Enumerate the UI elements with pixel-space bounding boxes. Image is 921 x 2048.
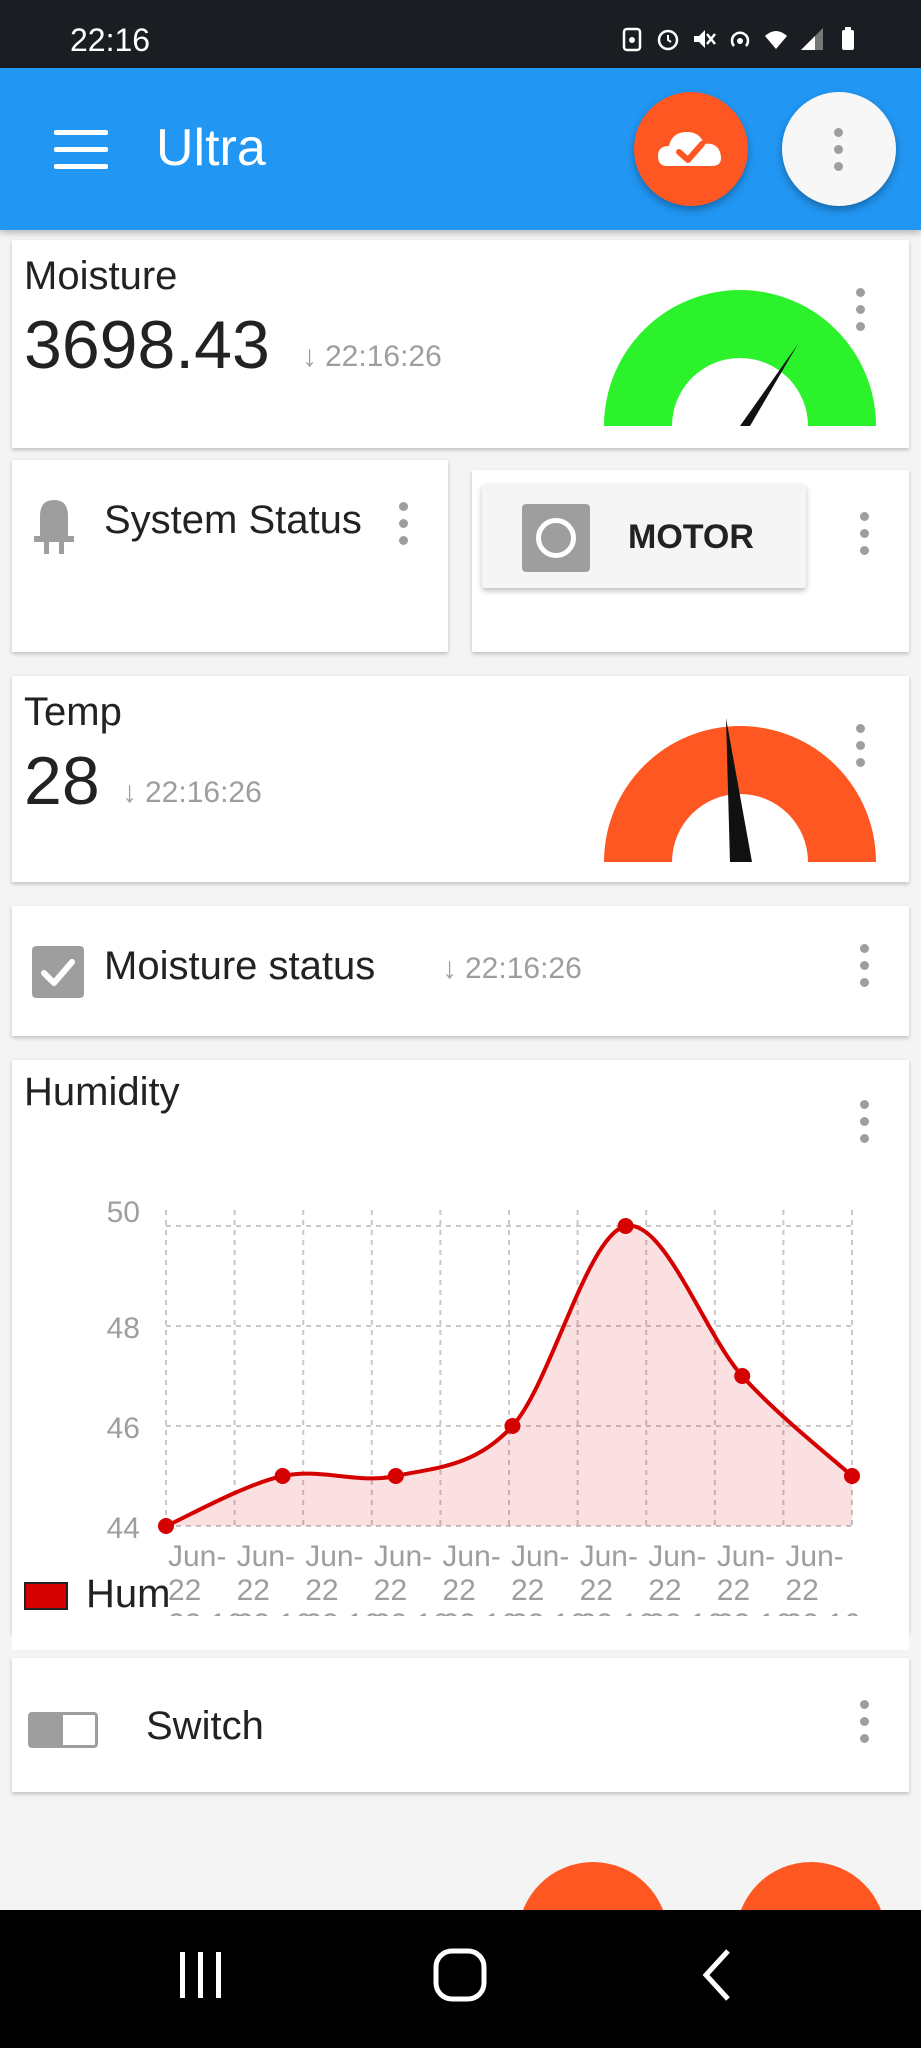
moisture-status-menu-icon[interactable]	[860, 944, 869, 995]
legend-label: Hum	[86, 1572, 171, 1616]
app-title: Ultra	[156, 119, 266, 177]
motor-card: MOTOR	[472, 470, 909, 652]
x-tick-label: Jun-	[785, 1540, 843, 1573]
radio-button-icon	[522, 504, 590, 572]
checkbox-checked-icon[interactable]	[32, 946, 84, 998]
arrow-down-icon: ↓	[122, 776, 137, 809]
home-icon[interactable]	[432, 1947, 488, 2003]
x-tick-label: 22	[648, 1574, 681, 1607]
moisture-gauge	[604, 290, 876, 426]
battery-icon	[835, 26, 861, 52]
arrow-down-icon: ↓	[442, 952, 457, 985]
y-tick-label: 50	[107, 1196, 140, 1229]
x-tick-label: 22	[442, 1574, 475, 1607]
humidity-card: Humidity 44464850Jun-2222:16Jun-2222:16J…	[12, 1060, 909, 1650]
moisture-status-timestamp-text: 22:16:26	[465, 952, 582, 985]
moisture-status-label: Moisture status	[104, 944, 376, 988]
x-tick-label: Jun-	[580, 1540, 638, 1573]
hamburger-menu-icon[interactable]	[54, 130, 108, 170]
temp-gauge	[604, 718, 876, 862]
y-tick-label: 48	[107, 1312, 140, 1345]
hotspot-icon	[727, 26, 753, 52]
moisture-status-timestamp: ↓ 22:16:26	[442, 952, 582, 986]
data-point	[158, 1518, 174, 1534]
temp-timestamp-text: 22:16:26	[145, 776, 262, 809]
temp-card: Temp 28 ↓ 22:16:26	[12, 676, 909, 882]
humidity-label: Humidity	[24, 1070, 180, 1114]
moisture-value: 3698.43	[24, 307, 270, 383]
x-tick-label: 22	[511, 1574, 544, 1607]
motor-button[interactable]: MOTOR	[482, 484, 806, 588]
x-tick-label: Jun-	[648, 1540, 706, 1573]
cloud-check-icon	[658, 132, 721, 166]
x-tick-label: Jun-	[168, 1540, 226, 1573]
switch-menu-icon[interactable]	[860, 1700, 869, 1751]
temp-label: Temp	[24, 690, 122, 734]
status-icons	[619, 26, 861, 52]
x-tick-label: Jun-	[442, 1540, 500, 1573]
moisture-status-card: Moisture status ↓ 22:16:26	[12, 906, 909, 1036]
back-icon[interactable]	[700, 1947, 736, 2003]
more-options-button[interactable]	[782, 92, 896, 206]
signal-icon	[799, 26, 825, 52]
x-tick-label: 22	[717, 1574, 750, 1607]
led-bulb-icon	[34, 500, 74, 554]
motor-menu-icon[interactable]	[860, 512, 869, 563]
data-point	[617, 1218, 634, 1234]
x-tick-label: 22	[580, 1574, 613, 1607]
system-status-label: System Status	[104, 498, 362, 542]
system-status-menu-icon[interactable]	[399, 502, 408, 553]
cloud-sync-button[interactable]	[634, 92, 748, 206]
arrow-down-icon: ↓	[302, 340, 317, 373]
data-point	[504, 1418, 521, 1434]
recent-apps-icon[interactable]	[176, 1950, 226, 2000]
motor-button-label: MOTOR	[628, 518, 754, 556]
status-bar: 22:16	[0, 0, 921, 68]
switch-label: Switch	[146, 1704, 264, 1748]
app-bar: Ultra	[0, 68, 921, 230]
x-tick-label: Jun-	[511, 1540, 569, 1573]
moisture-card: Moisture 3698.43 ↓ 22:16:26	[12, 240, 909, 448]
battery-saver-icon	[619, 26, 645, 52]
moisture-menu-icon[interactable]	[856, 288, 865, 339]
temp-value: 28	[24, 743, 100, 819]
x-tick-label: Jun-	[717, 1540, 775, 1573]
temp-menu-icon[interactable]	[856, 724, 865, 775]
x-tick-clip	[12, 1616, 909, 1650]
status-clock: 22:16	[70, 22, 151, 58]
moisture-timestamp-text: 22:16:26	[325, 340, 442, 373]
data-point	[844, 1468, 860, 1484]
x-tick-label: 22	[237, 1574, 270, 1607]
moisture-label: Moisture	[24, 254, 178, 298]
alarm-icon	[655, 26, 681, 52]
x-tick-label: 22	[374, 1574, 407, 1607]
temp-timestamp: ↓ 22:16:26	[122, 776, 262, 810]
system-nav-bar	[0, 1910, 921, 2048]
system-status-card: System Status	[12, 460, 448, 652]
x-tick-label: 22	[785, 1574, 818, 1607]
x-tick-label: Jun-	[374, 1540, 432, 1573]
toggle-switch-icon[interactable]	[28, 1712, 98, 1748]
y-tick-label: 46	[107, 1412, 140, 1445]
moisture-timestamp: ↓ 22:16:26	[302, 340, 442, 374]
switch-card: Switch	[12, 1658, 909, 1792]
x-tick-label: Jun-	[305, 1540, 363, 1573]
wifi-icon	[763, 26, 789, 52]
data-point	[387, 1468, 404, 1484]
legend-swatch	[24, 1582, 68, 1610]
more-vert-icon	[834, 128, 843, 179]
data-point	[274, 1468, 291, 1484]
x-tick-label: 22	[305, 1574, 338, 1607]
mute-icon	[691, 26, 717, 52]
x-tick-label: 22	[168, 1574, 201, 1607]
data-point	[734, 1368, 751, 1384]
x-tick-label: Jun-	[237, 1540, 295, 1573]
y-tick-label: 44	[107, 1512, 140, 1545]
